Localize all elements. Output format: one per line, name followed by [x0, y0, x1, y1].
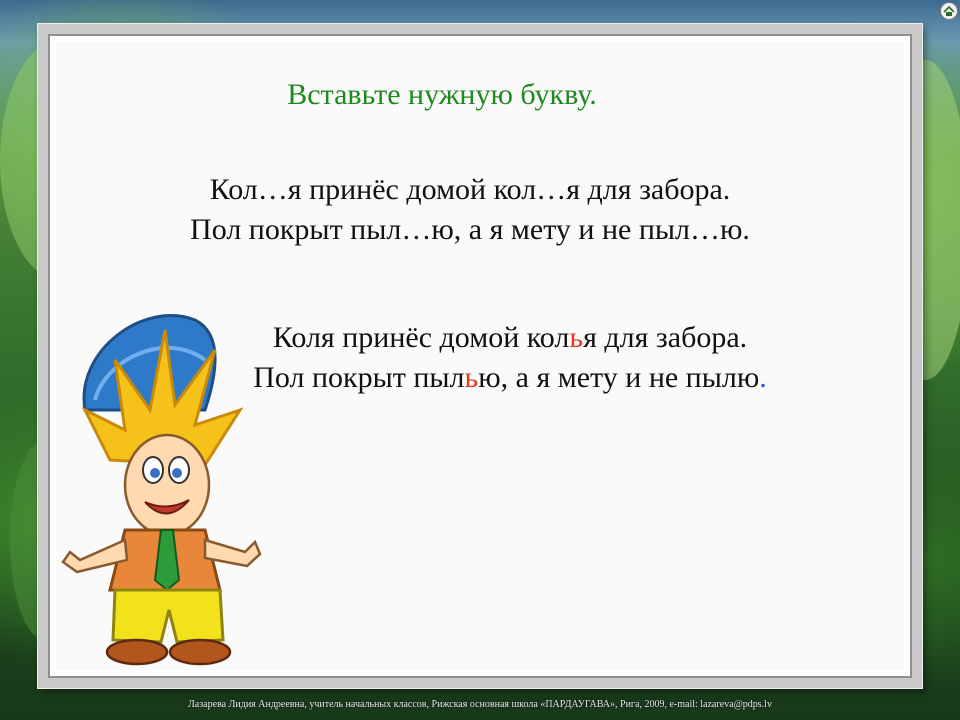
slide-title: Вставьте нужную букву.: [287, 78, 597, 111]
footer-credits: Лазарева Лидия Андреевна, учитель началь…: [188, 699, 772, 710]
cartoon-boy-illustration: [61, 314, 262, 666]
answer-line-2-highlight: ь: [464, 361, 479, 394]
answer-line-2-before: Пол покрыт пыл: [253, 361, 465, 394]
answer-line-1-before: Коля принёс домой кол: [272, 321, 570, 354]
question-line-1: Кол…я принёс домой кол…я для забора.: [209, 173, 731, 206]
question-line-2: Пол покрыт пыл…ю, а я мету и не пыл…ю.: [190, 213, 750, 246]
answer-line-1-after: я для забора.: [583, 321, 748, 354]
answer-line-2-dot: .: [759, 361, 767, 394]
answer-line-1-highlight: ь: [569, 321, 584, 354]
question-block: Кол…я принёс домой кол…я для забора. Пол…: [100, 170, 840, 250]
answer-line-2-middle: ю, а я мету и не пылю: [478, 361, 760, 394]
home-nav-icon[interactable]: [940, 2, 958, 20]
